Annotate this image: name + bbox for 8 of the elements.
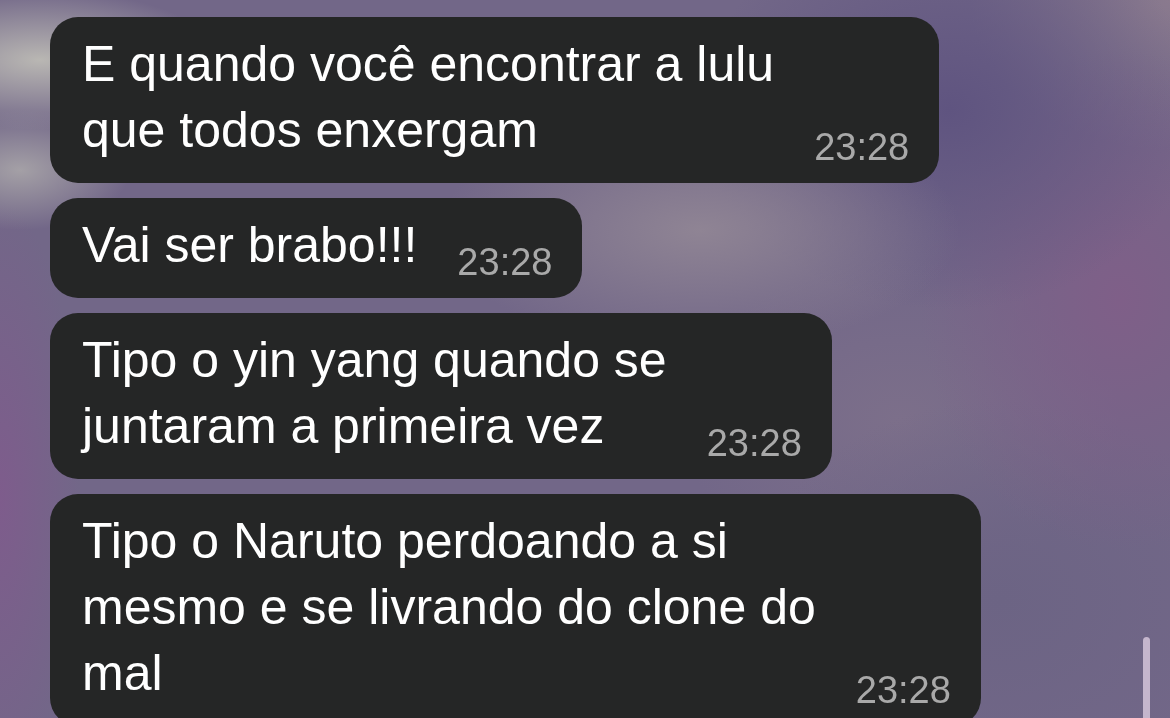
message-text: Tipo o Naruto perdoando a si mesmo e se livrando do clone do mal xyxy=(82,512,816,703)
message-text: Tipo o yin yang quando se juntaram a primeira vez xyxy=(82,331,667,456)
message-text: E quando você encontrar a lulu que todos enxergam xyxy=(82,35,775,160)
message-time: 23:28 xyxy=(855,671,951,709)
message-time: 23:28 xyxy=(814,128,910,166)
message-time: 23:28 xyxy=(706,424,802,462)
message-time: 23:28 xyxy=(457,243,553,281)
message-text: Vai ser brabo!!! xyxy=(82,216,418,275)
